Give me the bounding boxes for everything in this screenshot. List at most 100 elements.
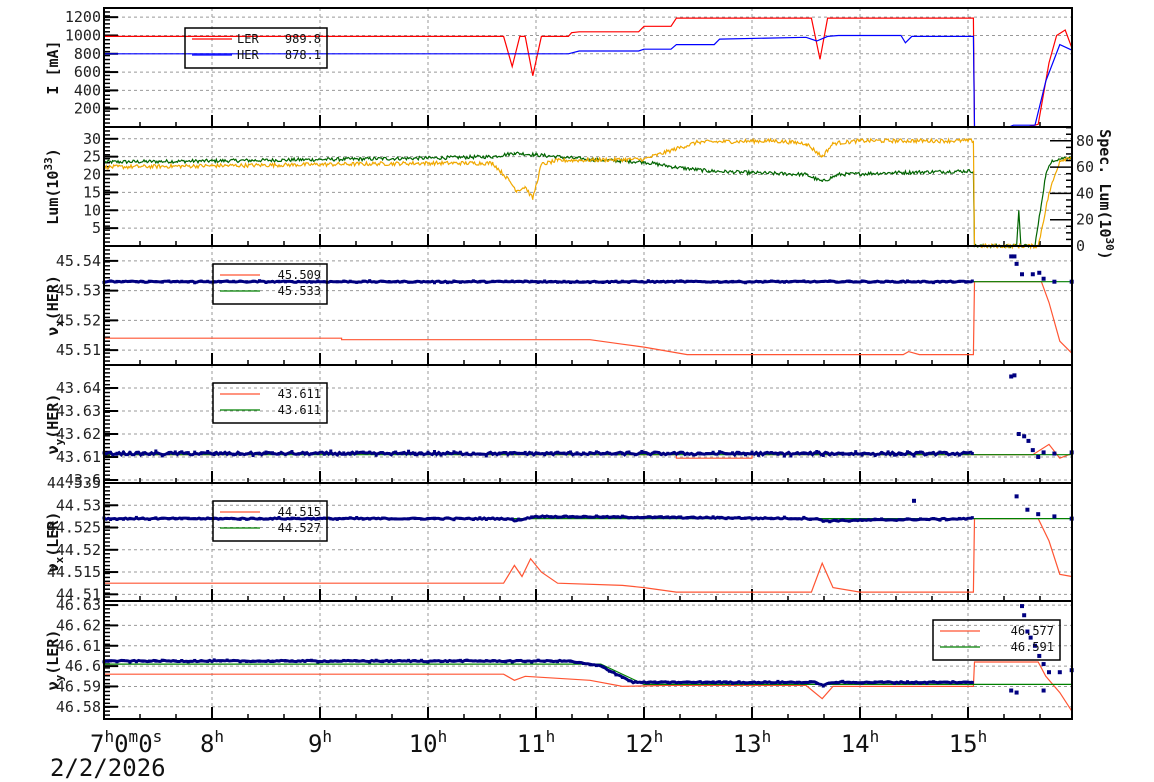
measured-point [951,680,955,684]
measured-point [452,450,456,454]
measured-point [750,681,754,685]
measured-point [854,450,858,454]
measured-point [128,279,132,283]
measured-point [1022,613,1027,618]
y-axis-label: I [mA] [44,40,62,94]
measured-point [517,517,521,521]
measured-point [303,659,307,663]
measured-point [549,659,553,663]
measured-point [361,517,365,521]
measured-point [452,518,456,522]
measured-point [769,279,773,283]
measured-point [394,659,398,663]
y-tick-label: 15 [83,183,101,201]
measured-point [536,515,540,519]
measured-point [763,279,767,283]
measured-point [445,516,449,520]
measured-point [724,680,728,684]
measured-point [588,281,592,285]
measured-point [536,658,540,662]
measured-point [394,450,398,454]
measured-point [1012,254,1017,259]
measured-point [432,281,436,285]
measured-point [607,669,611,673]
measured-point [1020,604,1024,609]
measured-point [258,659,262,663]
measured-point [368,660,372,664]
measured-point [666,680,670,684]
measured-point [821,453,825,457]
measured-point [458,280,462,284]
measured-point [530,660,534,664]
measured-point [154,280,158,284]
measured-point [471,279,475,283]
measured-point [335,659,339,663]
measured-point [789,680,793,684]
measured-point [173,516,177,520]
measured-point [627,450,631,454]
y-tick-label: 46.6 [65,657,101,675]
measured-point [186,660,190,664]
measured-point [737,280,741,284]
measured-point [348,516,352,520]
measured-point [569,659,573,663]
measured-point [588,515,592,519]
legend-value: 44.527 [278,521,321,535]
measured-point [847,279,851,283]
reference-line-red [104,281,1073,356]
right-y-tick-label: 80 [1076,132,1094,150]
measured-point [160,280,164,284]
measured-point [167,659,171,663]
measured-point [108,659,112,663]
measured-point [355,659,359,663]
measured-point [523,450,527,454]
y-axis-label: Lum(1033) [42,148,62,224]
measured-point [160,658,164,662]
measured-point [718,280,722,284]
measured-point [1057,670,1062,675]
measured-point [374,658,378,662]
measured-point [860,518,864,522]
measured-point [918,517,922,521]
measured-point [322,280,326,284]
measured-point [646,279,650,283]
measured-point [828,681,832,685]
measured-point [627,280,631,284]
measured-point [912,681,916,685]
measured-point [238,517,242,521]
measured-point [854,680,858,684]
measured-point [491,516,495,520]
measured-point [698,280,702,284]
measured-point [692,279,696,283]
measured-point [957,516,961,520]
measured-point [439,453,443,457]
measured-point [219,659,223,663]
measured-point [731,516,735,520]
measured-point [400,517,404,521]
measured-point [594,280,598,284]
measured-point [821,684,825,688]
measured-point [420,452,424,456]
measured-point [316,660,320,664]
measured-point [970,680,974,684]
measured-point [180,517,184,521]
measured-point [407,449,411,453]
measured-point [569,515,573,519]
measured-point [1041,450,1046,455]
measured-point [154,516,158,520]
measured-point [938,450,942,454]
measured-point [400,280,404,284]
measured-point [1037,270,1042,275]
measured-point [938,680,942,684]
measured-point [1014,494,1019,499]
y-tick-label: 43.63 [56,402,101,420]
measured-point [776,679,780,683]
measured-point [530,515,534,519]
measured-point [653,516,657,520]
measured-point [834,518,838,522]
measured-point [815,280,819,284]
measured-point [672,680,676,684]
measured-point [653,680,657,684]
measured-point [264,659,268,663]
measured-point [880,680,884,684]
